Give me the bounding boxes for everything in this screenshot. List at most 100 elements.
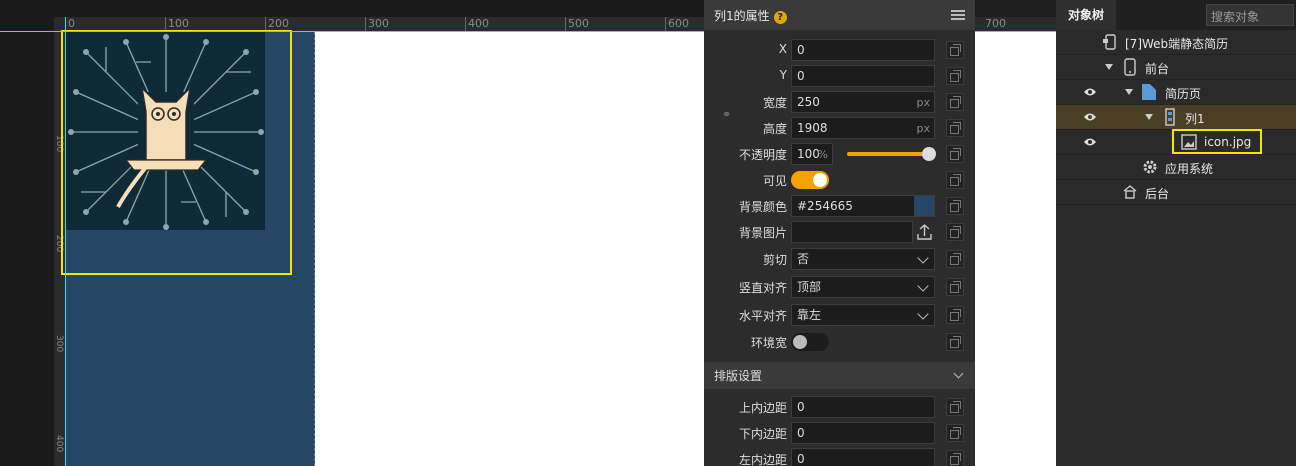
gear-icon	[1143, 160, 1157, 174]
x-input[interactable]: 0	[791, 39, 935, 61]
halign-label: 水平对齐	[738, 309, 787, 323]
opacity-unit: %	[817, 148, 828, 161]
tree-item-column[interactable]: 列1	[1056, 105, 1296, 130]
design-canvas[interactable]: 0 100 200 300 400 500 600 100 200 300 40…	[0, 0, 704, 466]
copy-icon[interactable]	[946, 119, 964, 137]
copy-icon[interactable]	[946, 93, 964, 111]
ruler-tick-label: 300	[365, 17, 389, 32]
expand-arrow-icon[interactable]	[1125, 89, 1133, 95]
y-label: Y	[779, 68, 787, 82]
copy-icon[interactable]	[946, 41, 964, 59]
page-canvas[interactable]	[315, 32, 704, 466]
page-canvas[interactable]	[975, 32, 1056, 466]
padding-left-input[interactable]: 0	[791, 448, 935, 466]
expand-arrow-icon[interactable]	[1105, 64, 1113, 70]
wrap-width-toggle[interactable]	[791, 333, 829, 351]
bg-color-label: 背景颜色	[738, 200, 787, 214]
layout-section-header[interactable]: 排版设置	[704, 362, 975, 389]
tab-object-tree[interactable]: 对象树	[1056, 0, 1116, 30]
padding-top-label: 上内边距	[738, 401, 787, 415]
copy-icon[interactable]	[946, 145, 964, 163]
copy-icon[interactable]	[946, 250, 964, 268]
horizontal-ruler: 700	[975, 17, 1056, 32]
copy-icon[interactable]	[946, 171, 964, 189]
chevron-down-icon	[917, 308, 929, 320]
halign-row: 水平对齐 靠左	[704, 303, 975, 327]
valign-row: 竖直对齐 顶部	[704, 275, 975, 299]
upload-icon[interactable]	[914, 221, 935, 243]
wrap-width-label: 环境宽	[750, 336, 787, 350]
help-icon[interactable]: ?	[773, 10, 787, 24]
valign-select[interactable]: 顶部	[791, 276, 935, 298]
halign-select[interactable]: 靠左	[791, 304, 935, 326]
copy-icon[interactable]	[946, 398, 964, 416]
copy-icon[interactable]	[946, 197, 964, 215]
chevron-down-icon	[953, 368, 964, 379]
halign-value: 靠左	[797, 308, 822, 322]
tree-item-label: 前台	[1145, 62, 1170, 76]
width-value: 250	[797, 95, 820, 109]
opacity-slider-handle[interactable]	[922, 147, 936, 161]
bg-color-row: 背景颜色 #254665	[704, 194, 975, 218]
padding-top-input[interactable]: 0	[791, 396, 935, 418]
properties-header: 列1的属性?	[704, 0, 975, 30]
search-input[interactable]: 搜索对象	[1206, 4, 1294, 26]
copy-icon[interactable]	[946, 67, 964, 85]
tree-item-frontend[interactable]: 前台	[1056, 55, 1296, 80]
copy-icon[interactable]	[946, 450, 964, 466]
selection-outline	[61, 30, 292, 275]
object-tree-header: 对象树 搜索对象	[1056, 0, 1296, 30]
bg-color-value: #254665	[797, 199, 853, 213]
guide-line	[0, 31, 704, 32]
bg-color-input[interactable]: #254665	[791, 195, 935, 217]
height-label: 高度	[762, 122, 787, 136]
tree-item-backend[interactable]: 后台	[1056, 180, 1296, 205]
chevron-down-icon	[917, 280, 929, 292]
wrap-width-row: 环境宽	[704, 330, 975, 354]
chevron-down-icon	[917, 252, 929, 264]
copy-icon[interactable]	[946, 278, 964, 296]
bg-image-label: 背景图片	[738, 226, 787, 240]
padding-bottom-row: 下内边距 0	[704, 421, 975, 445]
tree-item-app-system[interactable]: 应用系统	[1056, 155, 1296, 180]
tree-selection-outline	[1172, 129, 1262, 154]
hamburger-icon[interactable]	[951, 10, 965, 20]
bg-image-input[interactable]	[791, 221, 913, 243]
guide-line	[975, 31, 1056, 32]
visible-row: 可见	[704, 168, 975, 192]
copy-icon[interactable]	[946, 333, 964, 351]
opacity-input[interactable]: 100%	[791, 143, 833, 165]
clip-row: 剪切 否	[704, 247, 975, 271]
y-input[interactable]: 0	[791, 65, 935, 87]
valign-value: 顶部	[797, 280, 822, 294]
eye-icon[interactable]	[1083, 86, 1097, 98]
opacity-slider-track[interactable]	[847, 152, 931, 156]
page-icon	[1142, 84, 1156, 100]
properties-panel: 列1的属性? X 0 Y 0 ⚭ 宽度 250 px 高度 1908 px 不透明度…	[704, 0, 975, 466]
height-value: 1908	[797, 121, 828, 135]
padding-top-row: 上内边距 0	[704, 395, 975, 419]
ruler-tick-label: 300	[54, 335, 64, 353]
tree-item-label: 应用系统	[1165, 162, 1214, 176]
tree-item-app[interactable]: [7]Web端静态简历	[1056, 30, 1296, 55]
padding-bottom-label: 下内边距	[738, 427, 787, 441]
height-input[interactable]: 1908 px	[791, 117, 935, 139]
padding-bottom-input[interactable]: 0	[791, 422, 935, 444]
visible-toggle[interactable]	[791, 171, 829, 189]
x-label: X	[778, 42, 787, 56]
clip-label: 剪切	[762, 253, 787, 267]
eye-icon[interactable]	[1083, 111, 1097, 123]
copy-icon[interactable]	[946, 306, 964, 324]
ruler-tick-label: 400	[465, 17, 489, 32]
expand-arrow-icon[interactable]	[1145, 114, 1153, 120]
color-swatch[interactable]	[914, 196, 934, 216]
eye-icon[interactable]	[1083, 136, 1097, 148]
clip-value: 否	[797, 252, 810, 266]
copy-icon[interactable]	[946, 223, 964, 241]
width-row: 宽度 250 px	[704, 90, 975, 114]
tree-item-resume-page[interactable]: 简历页	[1056, 80, 1296, 105]
clip-select[interactable]: 否	[791, 248, 935, 270]
copy-icon[interactable]	[946, 424, 964, 442]
width-input[interactable]: 250 px	[791, 91, 935, 113]
ruler-tick-label: 500	[565, 17, 589, 32]
